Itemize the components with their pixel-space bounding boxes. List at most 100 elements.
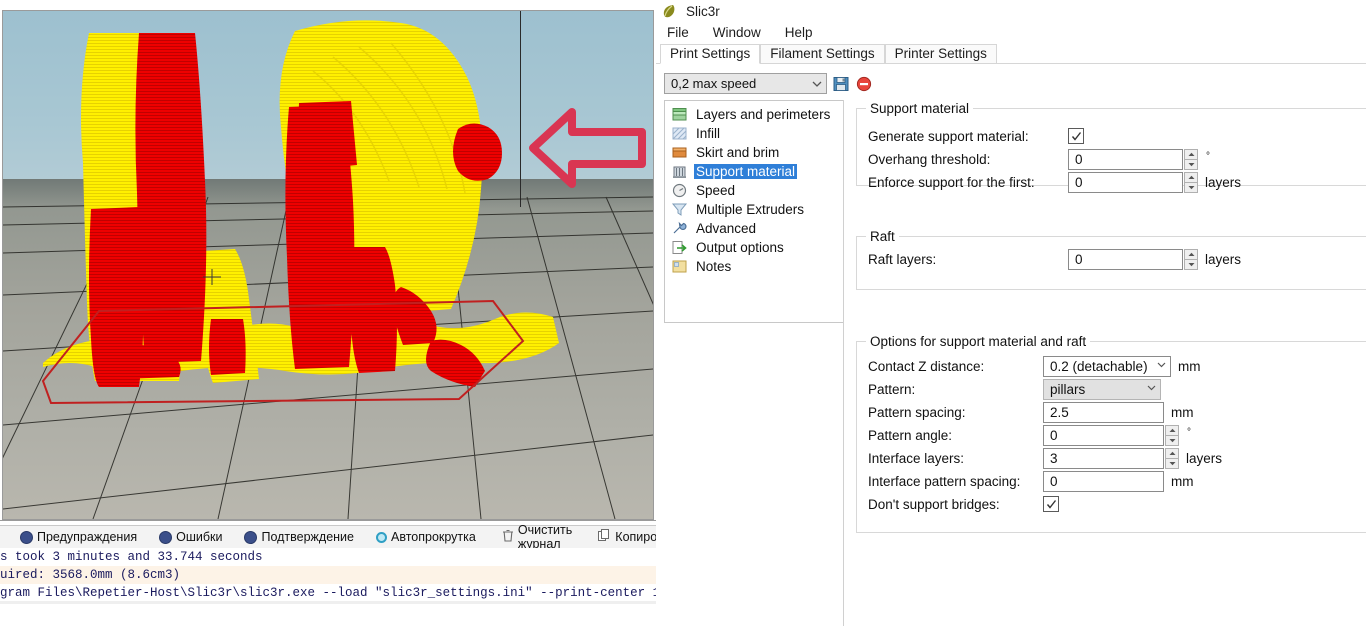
group-title: Raft — [866, 229, 899, 244]
menu-help[interactable]: Help — [782, 24, 816, 41]
delete-preset-icon[interactable] — [855, 75, 873, 93]
settings-category-tree[interactable]: Layers and perimeters Infill Skirt and b… — [664, 100, 844, 323]
pattern-label: Pattern: — [868, 381, 916, 397]
log-filter-warnings[interactable]: Предупраждения — [14, 527, 143, 547]
tree-item-output-options[interactable]: Output options — [665, 238, 843, 257]
interface-layers-input[interactable]: 3 — [1043, 447, 1164, 469]
infill-hatch-icon — [671, 126, 688, 141]
pattern-spacing-input[interactable]: 2.5 — [1043, 401, 1164, 423]
interface-spacing-label: Interface pattern spacing: — [868, 473, 1021, 489]
interface-spacing-input[interactable]: 0 — [1043, 470, 1164, 492]
slic3r-window: Slic3r File Window Help Print Settings F… — [656, 0, 1366, 626]
tab-filament-settings[interactable]: Filament Settings — [760, 44, 885, 63]
raft-layers-label: Raft layers: — [868, 251, 937, 267]
tree-item-support-material[interactable]: Support material — [665, 162, 843, 181]
chevron-down-icon — [1145, 381, 1158, 397]
3d-viewport[interactable] — [2, 10, 654, 520]
pattern-angle-input[interactable]: 0 — [1043, 424, 1164, 446]
tree-item-label: Notes — [696, 259, 732, 274]
spin-up-icon[interactable] — [1165, 447, 1179, 458]
support-tower-icon — [671, 164, 688, 179]
spin-down-icon[interactable] — [1165, 434, 1179, 446]
sliced-model — [41, 20, 559, 405]
tree-item-label: Infill — [696, 126, 721, 141]
spin-down-icon[interactable] — [1184, 158, 1198, 170]
tree-item-infill[interactable]: Infill — [665, 124, 843, 143]
preset-combobox[interactable]: 0,2 max speed — [664, 73, 827, 94]
log-output[interactable]: s took 3 minutes and 33.744 seconds uire… — [0, 548, 656, 604]
pattern-spacing-label: Pattern spacing: — [868, 404, 966, 420]
log-filter-confirmations[interactable]: Подтверждение — [238, 527, 360, 547]
menu-bar[interactable]: File Window Help — [656, 22, 1366, 43]
tree-item-multiple-extruders[interactable]: Multiple Extruders — [665, 200, 843, 219]
spin-up-icon[interactable] — [1184, 248, 1198, 259]
app-screen: Предупраждения Ошибки Подтверждение Авто… — [0, 0, 1366, 626]
support-material-settings: Support material Generate support materi… — [856, 96, 1366, 626]
tree-item-label: Layers and perimeters — [696, 107, 831, 122]
spin-up-icon[interactable] — [1184, 148, 1198, 159]
spin-down-icon[interactable] — [1165, 457, 1179, 469]
chevron-down-icon — [1155, 358, 1168, 374]
enforce-support-input[interactable]: 0 — [1068, 171, 1183, 193]
panel-divider — [843, 100, 844, 626]
raft-layers-input[interactable]: 0 — [1068, 248, 1183, 270]
pattern-angle-stepper[interactable] — [1165, 424, 1179, 446]
app-title: Slic3r — [686, 3, 720, 19]
contact-z-unit: mm — [1178, 358, 1201, 374]
pattern-combobox[interactable]: pillars — [1043, 378, 1161, 400]
tree-item-label: Multiple Extruders — [696, 202, 805, 217]
tab-printer-settings[interactable]: Printer Settings — [884, 44, 997, 63]
overhang-threshold-stepper[interactable] — [1184, 148, 1198, 170]
dont-support-bridges-checkbox[interactable] — [1043, 496, 1059, 512]
interface-layers-stepper[interactable] — [1165, 447, 1179, 469]
wrench-icon — [671, 221, 688, 236]
viewport-panel — [0, 0, 656, 520]
interface-layers-label: Interface layers: — [868, 450, 965, 466]
floppy-save-icon[interactable] — [832, 75, 850, 93]
trash-icon — [502, 529, 514, 545]
generate-support-label: Generate support material: — [868, 128, 1029, 144]
tree-item-advanced[interactable]: Advanced — [665, 219, 843, 238]
funnel-icon — [671, 202, 688, 217]
tree-item-layers-and-perimeters[interactable]: Layers and perimeters — [665, 105, 843, 124]
radio-filled-icon[interactable] — [244, 530, 258, 544]
menu-window[interactable]: Window — [710, 24, 764, 41]
slic3r-leaf-icon — [662, 4, 676, 19]
radio-filled-icon[interactable] — [159, 530, 173, 544]
spin-up-icon[interactable] — [1184, 171, 1198, 182]
preset-value: 0,2 max speed — [671, 76, 757, 91]
tree-item-label: Speed — [696, 183, 736, 198]
log-line: uired: 3568.0mm (8.6cm3) — [0, 566, 656, 584]
log-clear-label: Очистить журнал — [517, 523, 573, 551]
contact-z-combobox[interactable]: 0.2 (detachable) — [1043, 355, 1171, 377]
spin-up-icon[interactable] — [1165, 424, 1179, 435]
tree-item-notes[interactable]: Notes — [665, 257, 843, 276]
tab-print-settings[interactable]: Print Settings — [660, 44, 761, 64]
menu-file[interactable]: File — [664, 24, 692, 41]
generate-support-checkbox[interactable] — [1068, 128, 1084, 144]
group-title: Support material — [866, 101, 974, 116]
annotation-arrow-icon — [529, 108, 646, 188]
log-clear-button[interactable]: Очистить журнал — [496, 523, 578, 551]
log-toolbar[interactable]: Предупраждения Ошибки Подтверждение Авто… — [0, 523, 683, 551]
spin-down-icon[interactable] — [1184, 258, 1198, 270]
log-autoscroll[interactable]: Автопрокрутка — [370, 527, 482, 547]
spin-down-icon[interactable] — [1184, 181, 1198, 193]
radio-filled-icon[interactable] — [20, 530, 33, 544]
pattern-angle-label: Pattern angle: — [868, 427, 953, 443]
title-bar: Slic3r — [656, 0, 1366, 22]
overhang-threshold-input[interactable]: 0 — [1068, 148, 1183, 170]
contact-z-value: 0.2 (detachable) — [1050, 358, 1148, 374]
tree-item-skirt-and-brim[interactable]: Skirt and brim — [665, 143, 843, 162]
log-line: gram Files\Repetier-Host\Slic3r\slic3r.e… — [0, 586, 656, 600]
radio-hollow-icon[interactable] — [375, 531, 387, 543]
raft-layers-stepper[interactable] — [1184, 248, 1198, 270]
log-filter-confirmations-label: Подтверждение — [261, 530, 354, 544]
raft-layers-unit: layers — [1205, 251, 1242, 267]
overhang-threshold-unit: ° — [1206, 150, 1210, 162]
enforce-support-stepper[interactable] — [1184, 171, 1198, 193]
log-filter-errors[interactable]: Ошибки — [153, 527, 228, 547]
tab-strip[interactable]: Print Settings Filament Settings Printer… — [656, 43, 1366, 64]
tree-item-speed[interactable]: Speed — [665, 181, 843, 200]
export-page-icon — [671, 240, 688, 255]
